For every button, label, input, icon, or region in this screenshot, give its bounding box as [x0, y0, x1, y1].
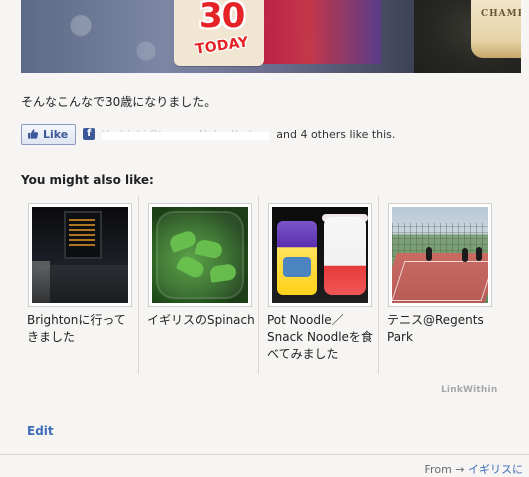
snack-noodle-cup [324, 217, 366, 295]
post-caption: そんなこんなで30歳になりました。 [21, 95, 217, 109]
edit-link[interactable]: Edit [27, 424, 54, 438]
related-post-divider [138, 196, 139, 374]
like-count-text: and 4 others like this. [276, 127, 396, 141]
player [462, 248, 468, 262]
court-lines [392, 261, 488, 301]
like-button[interactable]: Like [21, 123, 77, 145]
tennis-photo [392, 207, 488, 303]
related-post-divider [378, 196, 379, 374]
from-label: From → イギリスに [425, 461, 523, 477]
related-post-card[interactable]: テニス@Regents Park [381, 196, 499, 374]
related-posts-heading: You might also like: [21, 173, 154, 187]
station-photo [32, 207, 128, 303]
birthday-card-number: 30 [199, 0, 245, 36]
champagne-label-text: CHAMPA [481, 9, 521, 19]
liker-names-redaction [102, 132, 270, 140]
pot-noodle-cup [277, 221, 317, 295]
related-post-card[interactable]: Brightonに行ってきました [21, 196, 139, 374]
liker-names[interactable]: Yoshiaki Ohsuga, Naho Kudo [102, 128, 270, 140]
player [476, 247, 482, 261]
related-post-card[interactable]: Pot Noodle／Snack Noodleを食べてみました [261, 196, 379, 374]
footer-divider [0, 454, 529, 455]
related-post-thumbnail[interactable] [268, 203, 372, 307]
related-post-title[interactable]: テニス@Regents Park [387, 312, 495, 346]
from-category-link[interactable]: イギリスに [468, 463, 523, 476]
fence [392, 223, 488, 257]
related-posts-grid: Brightonに行ってきました イギリスのSpinach Pot Noodle… [21, 196, 499, 374]
post-hero-image: 30 TODAY CHAMPA [21, 0, 521, 73]
related-post-thumbnail[interactable] [388, 203, 492, 307]
facebook-icon: f [83, 128, 96, 140]
player [426, 247, 432, 261]
related-post-title[interactable]: Brightonに行ってきました [27, 312, 135, 346]
like-button-label: Like [43, 127, 69, 141]
linkwithin-credit[interactable]: LinkWithin [441, 385, 497, 395]
related-post-card[interactable]: イギリスのSpinach [141, 196, 259, 374]
related-post-title[interactable]: イギリスのSpinach [147, 312, 255, 329]
pot-noodle-photo [272, 207, 368, 303]
spinach-photo [152, 207, 248, 303]
related-post-thumbnail[interactable] [148, 203, 252, 307]
thumbs-up-icon [27, 128, 39, 140]
related-post-title[interactable]: Pot Noodle／Snack Noodleを食べてみました [267, 312, 375, 363]
departure-board [64, 211, 102, 259]
facebook-like-row: Like f Yoshiaki Ohsuga, Naho Kudo and 4 … [21, 123, 395, 145]
train [32, 261, 50, 303]
related-post-divider [258, 196, 259, 374]
related-post-thumbnail[interactable] [28, 203, 132, 307]
from-prefix: From → [424, 463, 465, 476]
